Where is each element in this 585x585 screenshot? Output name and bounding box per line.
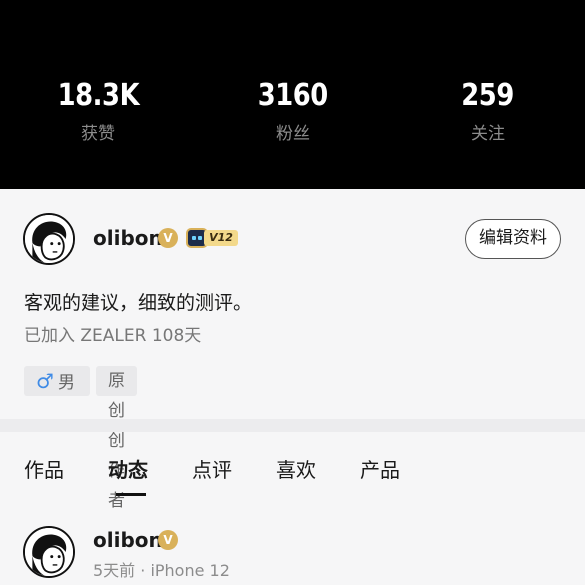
creator-tag: 原创创作者 xyxy=(96,366,137,511)
gender-tag: ♂ 男 xyxy=(24,366,90,396)
stats-header: 18.3K 获赞 3160 粉丝 259 关注 xyxy=(0,0,585,189)
stat-value: 259 xyxy=(461,78,515,113)
stat-following[interactable]: 259 关注 xyxy=(413,78,563,144)
profile-card: olibon V V12 编辑资料 客观的建议，细致的测评。 已加入 ZEALE… xyxy=(0,189,585,511)
stat-followers[interactable]: 3160 粉丝 xyxy=(218,78,368,144)
post-username[interactable]: olibon xyxy=(93,528,163,552)
stat-value: 3160 xyxy=(257,78,329,113)
stat-label: 获赞 xyxy=(81,124,115,144)
stat-label: 粉丝 xyxy=(276,124,310,144)
profile-tabs: 作品 动态 点评 喜欢 产品 xyxy=(0,432,585,502)
tab-works[interactable]: 作品 xyxy=(24,454,64,483)
level-badge: V12 xyxy=(186,228,238,248)
tab-reviews[interactable]: 点评 xyxy=(192,454,232,483)
profile-username: olibon xyxy=(93,226,163,250)
stat-value: 18.3K xyxy=(57,78,139,113)
profile-bio: 客观的建议，细致的测评。 xyxy=(24,292,253,314)
verified-v-icon: V xyxy=(158,228,178,248)
tab-products[interactable]: 产品 xyxy=(360,454,400,483)
post-avatar[interactable] xyxy=(23,526,75,578)
avatar-illustration xyxy=(25,528,73,576)
gender-label: 男 xyxy=(57,373,75,393)
avatar[interactable] xyxy=(23,213,75,265)
joined-info: 已加入 ZEALER 108天 xyxy=(24,326,202,346)
verified-v-icon: V xyxy=(158,530,178,550)
level-label: V12 xyxy=(204,230,238,246)
post-meta: 5天前 · iPhone 12 xyxy=(93,561,230,580)
active-tab-indicator xyxy=(116,493,146,496)
male-icon: ♂ xyxy=(36,369,54,393)
tab-activity[interactable]: 动态 xyxy=(108,454,148,483)
edit-profile-button[interactable]: 编辑资料 xyxy=(465,219,561,259)
tab-likes[interactable]: 喜欢 xyxy=(276,454,316,483)
stat-likes[interactable]: 18.3K 获赞 xyxy=(23,78,173,144)
stat-label: 关注 xyxy=(471,124,505,144)
feed-post[interactable]: olibon V 5天前 · iPhone 12 xyxy=(0,502,585,585)
avatar-illustration xyxy=(25,215,73,263)
section-divider xyxy=(0,419,585,432)
